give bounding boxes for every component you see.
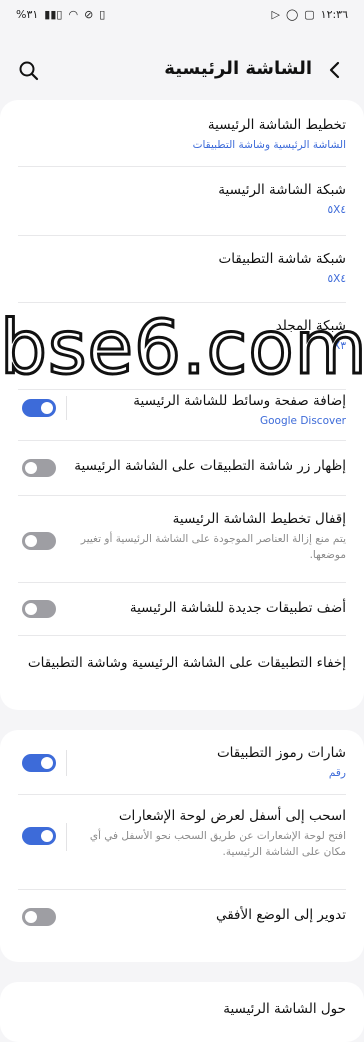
list-item-toggle[interactable]: إظهار زر شاشة التطبيقات على الشاشة الرئي…: [18, 441, 346, 496]
list-item-toggle[interactable]: تدوير إلى الوضع الأفقي: [18, 890, 346, 942]
list-item-toggle[interactable]: شارات رموز التطبيقات رقم: [18, 730, 346, 795]
toggle-knob: [25, 462, 37, 474]
vertical-divider: [66, 396, 67, 420]
toggle-knob: [25, 535, 37, 547]
item-title: أضف تطبيقات جديدة للشاشة الرئيسية: [129, 600, 346, 616]
toggle-knob: [25, 911, 37, 923]
status-right: ▷ ◯ ▢ ١٢:٣٦: [271, 8, 348, 22]
toggle-switch[interactable]: [22, 459, 56, 477]
item-title: إقفال تخطيط الشاشة الرئيسية: [172, 511, 346, 527]
chevron-left-icon[interactable]: [322, 56, 348, 84]
vertical-divider: [66, 750, 67, 776]
status-left: %٣١ ▮▮▯ ◠ ⊘ ▯: [16, 8, 105, 22]
item-title: إخفاء التطبيقات على الشاشة الرئيسية وشاش…: [27, 655, 346, 671]
list-item-toggle[interactable]: أضف تطبيقات جديدة للشاشة الرئيسية: [18, 583, 346, 636]
search-icon[interactable]: [16, 58, 42, 84]
item-title: شبكة شاشة التطبيقات: [218, 251, 346, 267]
item-subtitle: ٥X٤: [327, 204, 346, 216]
status-bar: %٣١ ▮▮▯ ◠ ⊘ ▯ ▷ ◯ ▢ ١٢:٣٦: [0, 0, 364, 32]
list-item[interactable]: شبكة شاشة التطبيقات ٥X٤: [18, 236, 346, 303]
item-title: تخطيط الشاشة الرئيسية: [207, 117, 346, 133]
list-item[interactable]: حول الشاشة الرئيسية: [18, 982, 346, 1042]
item-title: اسحب إلى أسفل لعرض لوحة الإشعارات: [118, 808, 346, 824]
toggle-knob: [41, 402, 53, 414]
item-subtitle: ٤X٣: [327, 340, 346, 352]
toggle-knob: [25, 603, 37, 615]
list-item[interactable]: إخفاء التطبيقات على الشاشة الرئيسية وشاش…: [18, 636, 346, 718]
item-title: حول الشاشة الرئيسية: [223, 1001, 346, 1017]
toggle-switch[interactable]: [22, 827, 56, 845]
status-time: ١٢:٣٦: [320, 8, 348, 21]
item-subtitle: ٥X٤: [327, 273, 346, 285]
list-item-toggle[interactable]: إضافة صفحة وسائط للشاشة الرئيسية Google …: [18, 390, 346, 441]
list-item-toggle[interactable]: إقفال تخطيط الشاشة الرئيسية يتم منع إزال…: [18, 496, 346, 583]
item-title: شارات رموز التطبيقات: [216, 745, 346, 761]
app-header: الشاشة الرئيسية: [0, 40, 364, 100]
item-subtitle: Google Discover: [259, 415, 346, 427]
sim-icon: ▯: [99, 8, 106, 21]
play-icon: ▷: [271, 8, 280, 21]
toggle-knob: [41, 757, 53, 769]
toggle-knob: [41, 830, 53, 842]
list-item-toggle[interactable]: اسحب إلى أسفل لعرض لوحة الإشعارات افتح ل…: [18, 795, 346, 890]
item-title: تدوير إلى الوضع الأفقي: [215, 907, 346, 923]
wifi-icon: ◠: [68, 8, 79, 21]
toggle-switch[interactable]: [22, 754, 56, 772]
item-subtitle: رقم: [328, 767, 346, 779]
item-subtitle: افتح لوحة الإشعارات عن طريق السحب نحو ال…: [89, 830, 346, 858]
item-title: إظهار زر شاشة التطبيقات على الشاشة الرئي…: [74, 458, 346, 474]
whatsapp-icon: ◯: [285, 8, 299, 21]
toggle-switch[interactable]: [22, 532, 56, 550]
list-item[interactable]: شبكة المجلد ٤X٣: [18, 303, 346, 390]
item-title: شبكة الشاشة الرئيسية: [218, 182, 346, 198]
list-item[interactable]: تخطيط الشاشة الرئيسية الشاشة الرئيسية وش…: [18, 100, 346, 167]
mute-icon: ⊘: [84, 8, 94, 21]
item-subtitle: الشاشة الرئيسية وشاشة التطبيقات: [192, 139, 346, 151]
toggle-switch[interactable]: [22, 399, 56, 417]
vertical-divider: [66, 823, 67, 851]
settings-card-2: شارات رموز التطبيقات رقم اسحب إلى أسفل ل…: [0, 730, 364, 962]
settings-card-1: تخطيط الشاشة الرئيسية الشاشة الرئيسية وش…: [0, 100, 364, 710]
toggle-switch[interactable]: [22, 600, 56, 618]
item-title: إضافة صفحة وسائط للشاشة الرئيسية: [133, 393, 346, 409]
list-item[interactable]: شبكة الشاشة الرئيسية ٥X٤: [18, 167, 346, 236]
signal-icon: ▮▮▯: [44, 8, 63, 21]
item-title: شبكة المجلد: [275, 318, 346, 334]
image-icon: ▢: [304, 8, 315, 21]
battery-percent: %٣١: [16, 8, 39, 21]
item-subtitle: يتم منع إزالة العناصر الموجودة على الشاش…: [80, 533, 346, 561]
settings-card-3: حول الشاشة الرئيسية: [0, 982, 364, 1042]
toggle-switch[interactable]: [22, 908, 56, 926]
page-title: الشاشة الرئيسية: [164, 58, 312, 79]
